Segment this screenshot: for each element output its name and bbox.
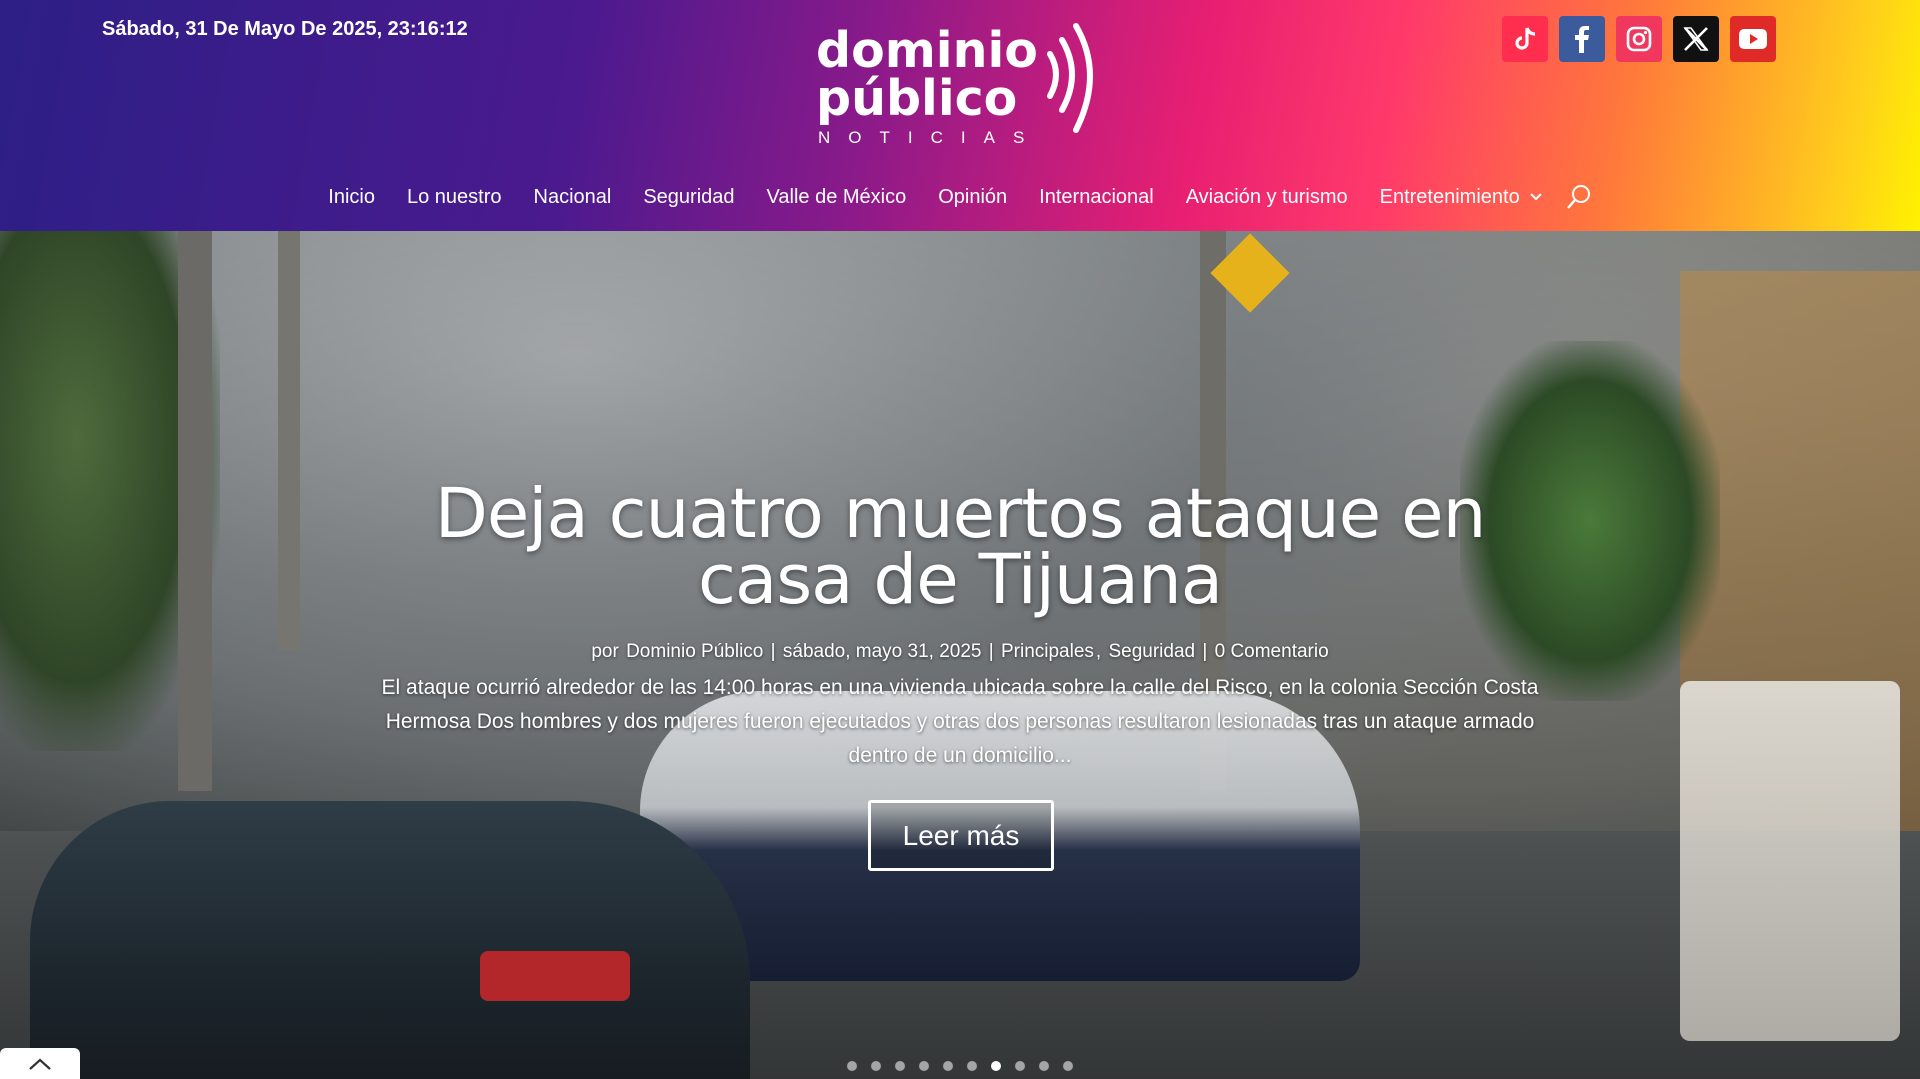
article-excerpt: El ataque ocurrió alrededor de las 14:00…: [381, 676, 1539, 767]
site-header: Sábado, 31 De Mayo De 2025, 23:16:12 dom…: [0, 0, 1920, 231]
meta-author-link[interactable]: Dominio Público: [626, 641, 763, 662]
slider-pagination: [847, 1061, 1073, 1071]
tiktok-icon: [1515, 27, 1536, 50]
meta-category-link[interactable]: Seguridad: [1108, 641, 1195, 662]
slider-dot[interactable]: [919, 1061, 929, 1071]
meta-separator: |: [988, 641, 994, 662]
slider-dot[interactable]: [895, 1061, 905, 1071]
meta-category-link[interactable]: Principales: [1001, 641, 1094, 662]
site-logo[interactable]: dominio público NOTICIAS: [816, 12, 1108, 152]
instagram-icon: [1626, 26, 1652, 52]
slider-dot[interactable]: [943, 1061, 953, 1071]
slider-dot[interactable]: [847, 1061, 857, 1071]
logo-line-3: NOTICIAS: [818, 128, 1043, 147]
chevron-up-icon: [29, 1058, 51, 1070]
youtube-icon: [1739, 29, 1767, 49]
nav-item-lo-nuestro[interactable]: Lo nuestro: [407, 186, 502, 209]
slider-dot[interactable]: [1039, 1061, 1049, 1071]
article-title[interactable]: Deja cuatro muertos ataque en casa de Ti…: [360, 480, 1560, 615]
scroll-to-top-button[interactable]: [0, 1048, 80, 1079]
nav-item-valle-de-mexico[interactable]: Valle de México: [767, 186, 907, 209]
slider-dot[interactable]: [1015, 1061, 1025, 1071]
x-button[interactable]: [1673, 16, 1719, 62]
nav-item-aviacion-y-turismo[interactable]: Aviación y turismo: [1186, 186, 1348, 209]
current-datetime: Sábado, 31 De Mayo De 2025, 23:16:12: [102, 18, 468, 40]
instagram-button[interactable]: [1616, 16, 1662, 62]
slider-dot[interactable]: [991, 1061, 1001, 1071]
article-meta: por Dominio Público | sábado, mayo 31, 2…: [0, 641, 1920, 663]
hero-slider: Deja cuatro muertos ataque en casa de Ti…: [0, 231, 1920, 1079]
nav-item-internacional[interactable]: Internacional: [1039, 186, 1154, 209]
slider-dot[interactable]: [1063, 1061, 1073, 1071]
meta-by: por: [591, 641, 619, 662]
meta-separator: |: [1202, 641, 1208, 662]
read-more-button[interactable]: Leer más: [868, 800, 1054, 871]
slider-dot[interactable]: [967, 1061, 977, 1071]
nav-item-nacional[interactable]: Nacional: [534, 186, 612, 209]
nav-item-inicio[interactable]: Inicio: [328, 186, 375, 209]
main-nav: Inicio Lo nuestro Nacional Seguridad Val…: [0, 180, 1920, 214]
search-button[interactable]: [1566, 184, 1592, 210]
logo-line-2: público: [816, 70, 1018, 127]
facebook-icon: [1575, 26, 1589, 53]
meta-comma: ,: [1095, 641, 1102, 662]
chevron-down-icon: [1529, 193, 1542, 201]
youtube-button[interactable]: [1730, 16, 1776, 62]
search-icon: [1566, 185, 1590, 209]
nav-item-opinion[interactable]: Opinión: [938, 186, 1007, 209]
facebook-button[interactable]: [1559, 16, 1605, 62]
nav-item-seguridad[interactable]: Seguridad: [643, 186, 734, 209]
slider-dot[interactable]: [871, 1061, 881, 1071]
meta-date: sábado, mayo 31, 2025: [782, 641, 982, 662]
nav-item-entretenimiento[interactable]: Entretenimiento: [1380, 186, 1542, 209]
logo-line-1: dominio: [816, 22, 1038, 79]
hero-slide-content: Deja cuatro muertos ataque en casa de Ti…: [0, 231, 1920, 1079]
nav-item-entretenimiento-label: Entretenimiento: [1379, 185, 1520, 208]
x-icon: [1683, 27, 1709, 51]
meta-comments-link[interactable]: 0 Comentario: [1215, 641, 1329, 662]
logo-waves-icon: [1047, 23, 1093, 133]
meta-separator: |: [770, 641, 776, 662]
tiktok-button[interactable]: [1502, 16, 1548, 62]
social-links: [1502, 16, 1776, 62]
